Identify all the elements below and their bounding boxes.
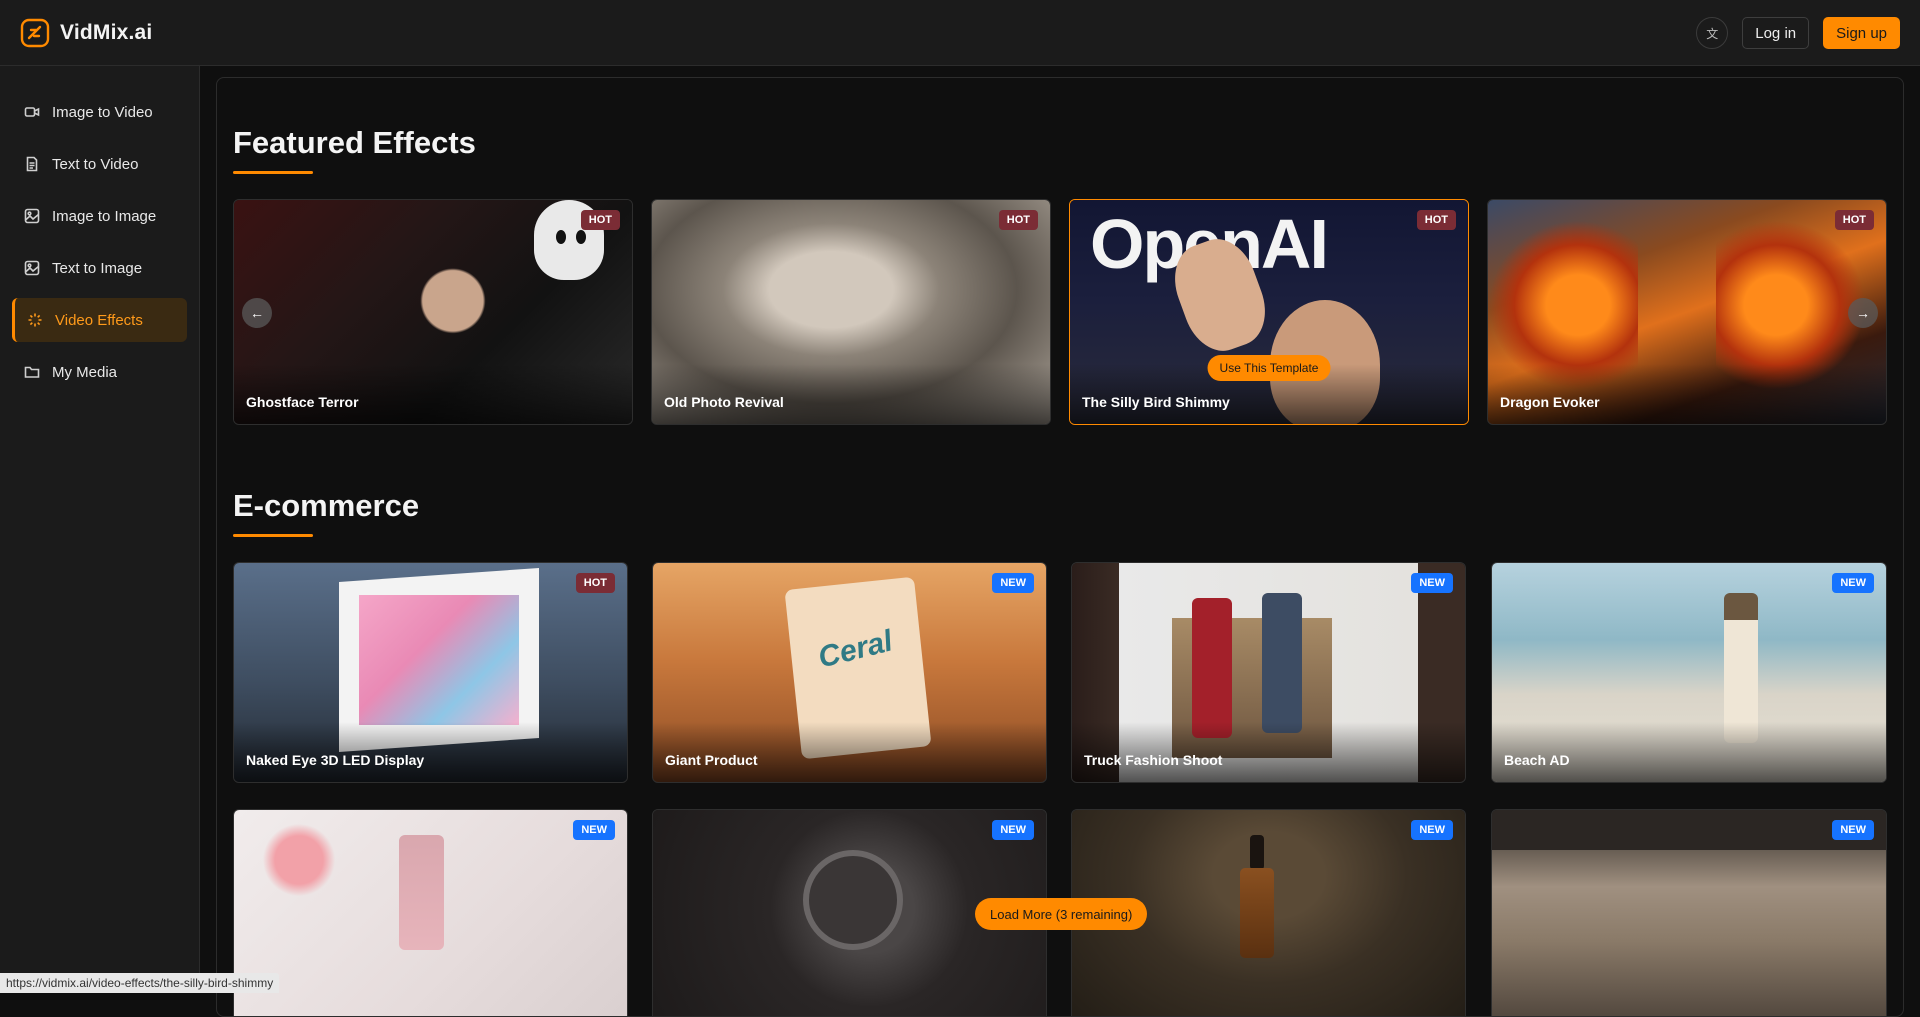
video-camera-icon — [24, 104, 40, 120]
card-title: Naked Eye 3D LED Display — [246, 752, 424, 768]
sidebar-item-text-to-image[interactable]: Text to Image — [12, 246, 187, 290]
new-badge: NEW — [992, 573, 1034, 593]
use-template-button[interactable]: Use This Template — [1208, 355, 1331, 381]
card-title: Old Photo Revival — [664, 394, 784, 410]
hot-badge: HOT — [576, 573, 615, 593]
sparkle-icon — [27, 312, 43, 328]
sidebar-item-my-media[interactable]: My Media — [12, 350, 187, 394]
sidebar-item-label: My Media — [52, 364, 117, 381]
status-bar-url: https://vidmix.ai/video-effects/the-sill… — [0, 973, 279, 993]
brand-logo-icon — [20, 18, 50, 48]
new-badge: NEW — [573, 820, 615, 840]
new-badge: NEW — [1411, 573, 1453, 593]
sidebar-item-label: Image to Video — [52, 104, 153, 121]
section-underline — [233, 534, 313, 537]
section-title-featured: Featured Effects — [233, 125, 476, 161]
card-title: Beach AD — [1504, 752, 1570, 768]
card-title: Giant Product — [665, 752, 758, 768]
folder-icon — [24, 364, 40, 380]
sidebar-item-text-to-video[interactable]: Text to Video — [12, 142, 187, 186]
sidebar-item-label: Image to Image — [52, 208, 156, 225]
login-button[interactable]: Log in — [1742, 17, 1809, 49]
sidebar-item-label: Text to Image — [52, 260, 142, 277]
card-title: Dragon Evoker — [1500, 394, 1600, 410]
image-edit-icon — [24, 208, 40, 224]
load-more-button[interactable]: Load More (3 remaining) — [975, 898, 1147, 930]
hot-badge: HOT — [1417, 210, 1456, 230]
new-badge: NEW — [1832, 573, 1874, 593]
main-content: Featured Effects HOT Ghostface Terror ← … — [216, 77, 1904, 1017]
hot-badge: HOT — [1835, 210, 1874, 230]
effect-card-giant-product[interactable]: Ceral NEW Giant Product — [652, 562, 1047, 783]
effect-card-truck-fashion-shoot[interactable]: NEW Truck Fashion Shoot — [1071, 562, 1466, 783]
top-bar: VidMix.ai 文 Log in Sign up — [0, 0, 1920, 66]
brand-name: VidMix.ai — [60, 21, 152, 45]
brand[interactable]: VidMix.ai — [20, 18, 152, 48]
effect-card-old-photo-revival[interactable]: HOT Old Photo Revival — [651, 199, 1051, 425]
sidebar-item-label: Video Effects — [55, 312, 143, 329]
sidebar-item-video-effects[interactable]: Video Effects — [12, 298, 187, 342]
hot-badge: HOT — [581, 210, 620, 230]
section-title-ecommerce: E-commerce — [233, 488, 419, 524]
sidebar: Image to Video Text to Video Image to Im… — [0, 66, 200, 993]
new-badge: NEW — [1411, 820, 1453, 840]
card-title: Truck Fashion Shoot — [1084, 752, 1222, 768]
effect-card-silly-bird-shimmy[interactable]: OpenAI HOT Use This Template The Silly B… — [1069, 199, 1469, 425]
new-badge: NEW — [992, 820, 1034, 840]
carousel-next-arrow-icon[interactable]: → — [1848, 298, 1878, 328]
effect-card-road-trip[interactable]: NEW — [1491, 809, 1887, 1017]
sidebar-item-image-to-video[interactable]: Image to Video — [12, 90, 187, 134]
card-title: The Silly Bird Shimmy — [1082, 394, 1230, 410]
signup-button[interactable]: Sign up — [1823, 17, 1900, 49]
new-badge: NEW — [1832, 820, 1874, 840]
effect-card-dragon-evoker[interactable]: HOT Dragon Evoker → — [1487, 199, 1887, 425]
section-underline — [233, 171, 313, 174]
effect-card-ghostface-terror[interactable]: HOT Ghostface Terror ← — [233, 199, 633, 425]
language-button[interactable]: 文 — [1696, 17, 1728, 49]
image-icon — [24, 260, 40, 276]
translate-icon: 文 — [1706, 25, 1718, 42]
carousel-prev-arrow-icon[interactable]: ← — [242, 298, 272, 328]
sidebar-item-label: Text to Video — [52, 156, 138, 173]
effect-card-perfume-flowers[interactable]: NEW — [233, 809, 628, 1017]
sidebar-item-image-to-image[interactable]: Image to Image — [12, 194, 187, 238]
effect-card-beach-ad[interactable]: NEW Beach AD — [1491, 562, 1887, 783]
effect-card-naked-eye-3d-led[interactable]: HOT Naked Eye 3D LED Display — [233, 562, 628, 783]
document-icon — [24, 156, 40, 172]
card-title: Ghostface Terror — [246, 394, 359, 410]
hot-badge: HOT — [999, 210, 1038, 230]
